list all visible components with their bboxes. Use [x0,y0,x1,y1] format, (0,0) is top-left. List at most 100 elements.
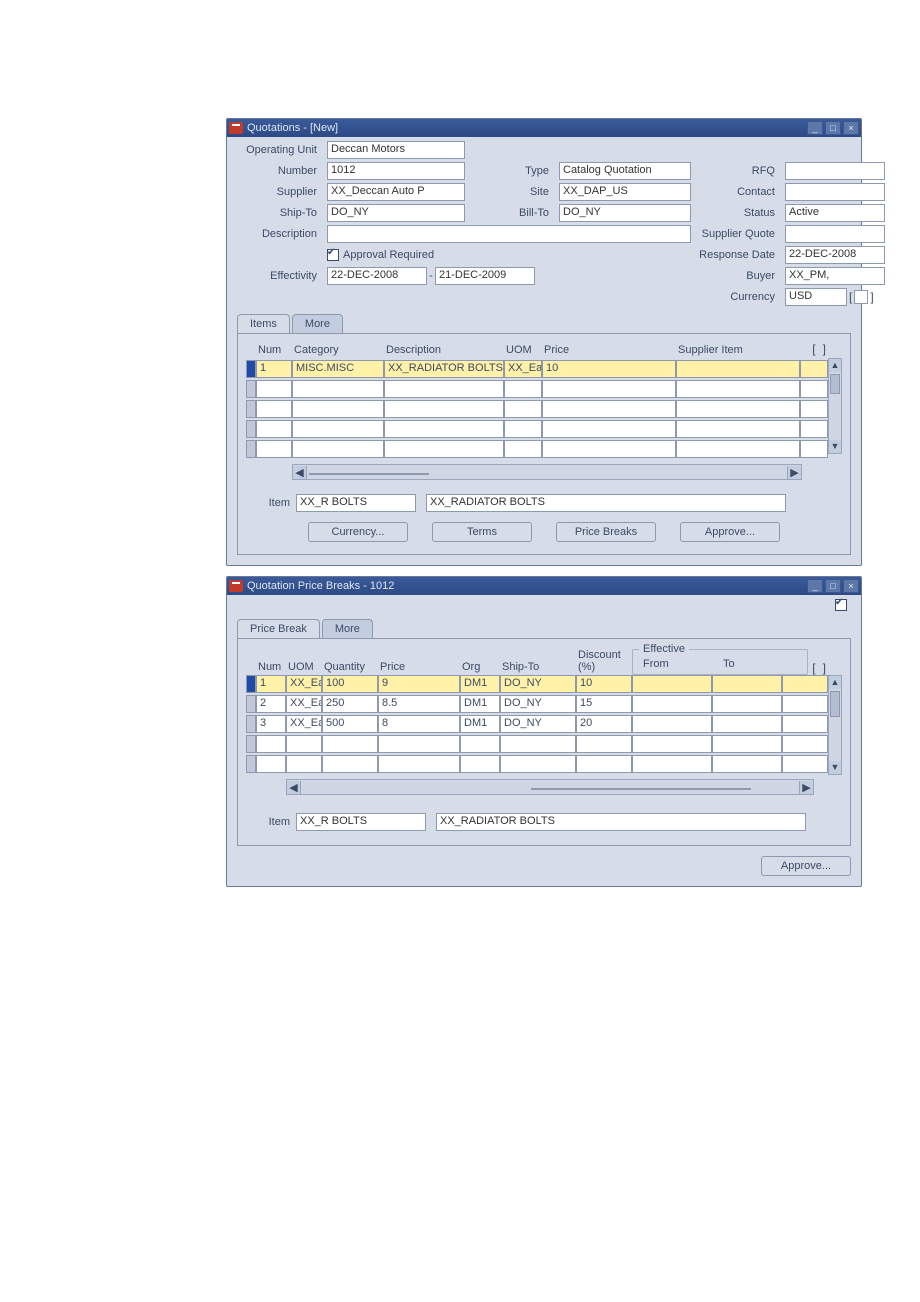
cell-price[interactable]: 9 [378,675,460,693]
cell-org[interactable]: DM1 [460,675,500,693]
cell-org[interactable]: DM1 [460,715,500,733]
table-row[interactable]: 2XX_Ea2508.5DM1DO_NY15 [246,695,828,713]
cell-ship_to[interactable]: DO_NY [500,675,576,693]
cell-to[interactable] [712,675,782,693]
scroll-down-icon[interactable]: ▼ [829,761,841,774]
scroll-right-icon[interactable]: ▶ [787,466,801,479]
cell-category[interactable]: MISC.MISC [292,360,384,378]
cell-uom[interactable]: XX_Ea [286,695,322,713]
cell-org[interactable]: DM1 [460,695,500,713]
cell-description[interactable] [384,400,504,418]
tab-price-break[interactable]: Price Break [237,619,320,638]
cell-discount[interactable] [576,735,632,753]
items-hscroll[interactable]: ◀ ▶ [292,464,802,480]
btn-price-breaks[interactable]: Price Breaks [556,522,656,542]
fld-type[interactable]: Catalog Quotation [559,162,691,180]
cell-ship_to[interactable] [500,755,576,773]
tab-more[interactable]: More [292,314,343,333]
cell-price[interactable]: 8 [378,715,460,733]
row-marker[interactable] [246,380,256,398]
table-row[interactable]: 1XX_Ea1009DM1DO_NY10 [246,675,828,693]
cell-from[interactable] [632,755,712,773]
cell-ship_to[interactable] [500,735,576,753]
cell-uom[interactable] [504,420,542,438]
fld-ship-to[interactable]: DO_NY [327,204,465,222]
cell-discount[interactable]: 15 [576,695,632,713]
fld-buyer[interactable]: XX_PM, [785,267,885,285]
close-button[interactable]: × [843,121,859,135]
row-marker[interactable] [246,440,256,458]
minimize-button[interactable]: _ [807,121,823,135]
cell-flex[interactable] [782,735,828,753]
scroll-down-icon[interactable]: ▼ [829,440,841,453]
fld-response-date[interactable]: 22-DEC-2008 [785,246,885,264]
price-breaks-titlebar[interactable]: Quotation Price Breaks - 1012 _ □ × [227,577,861,595]
fld-number[interactable]: 1012 [327,162,465,180]
close-button[interactable]: × [843,579,859,593]
table-row[interactable] [246,400,828,418]
fld-eff-from[interactable]: 22-DEC-2008 [327,267,427,285]
row-marker[interactable] [246,735,256,753]
pb-hscroll[interactable]: ◀ ▶ [286,779,814,795]
cell-from[interactable] [632,715,712,733]
cell-flex[interactable] [800,400,828,418]
maximize-button[interactable]: □ [825,121,841,135]
items-vscroll[interactable]: ▲ ▼ [828,358,842,454]
table-row[interactable] [246,755,828,773]
fld-pb-item-code[interactable]: XX_R BOLTS [296,813,426,831]
scroll-up-icon[interactable]: ▲ [829,359,841,372]
cell-category[interactable] [292,380,384,398]
cell-discount[interactable]: 20 [576,715,632,733]
fld-description[interactable] [327,225,691,243]
cell-to[interactable] [712,715,782,733]
table-row[interactable]: 3XX_Ea5008DM1DO_NY20 [246,715,828,733]
cell-num[interactable] [256,755,286,773]
tab-pb-more[interactable]: More [322,619,373,638]
fld-item-desc[interactable]: XX_RADIATOR BOLTS [426,494,786,512]
currency-flex-icon[interactable] [854,290,868,304]
cell-from[interactable] [632,735,712,753]
chk-show[interactable] [835,599,847,611]
cell-flex[interactable] [782,715,828,733]
fld-pb-item-desc[interactable]: XX_RADIATOR BOLTS [436,813,806,831]
table-row[interactable]: 1MISC.MISCXX_RADIATOR BOLTSXX_Ea10 [246,360,828,378]
fld-supplier[interactable]: XX_Deccan Auto P [327,183,465,201]
cell-description[interactable] [384,420,504,438]
row-marker[interactable] [246,420,256,438]
fld-site[interactable]: XX_DAP_US [559,183,691,201]
cell-discount[interactable] [576,755,632,773]
cell-quantity[interactable] [322,755,378,773]
cell-num[interactable]: 1 [256,675,286,693]
cell-quantity[interactable]: 100 [322,675,378,693]
cell-flex[interactable] [800,380,828,398]
fld-operating-unit[interactable]: Deccan Motors [327,141,465,159]
fld-bill-to[interactable]: DO_NY [559,204,691,222]
cell-price[interactable]: 10 [542,360,676,378]
cell-uom[interactable] [504,440,542,458]
cell-num[interactable] [256,420,292,438]
cell-quantity[interactable]: 500 [322,715,378,733]
cell-category[interactable] [292,440,384,458]
cell-flex[interactable] [782,755,828,773]
cell-num[interactable]: 2 [256,695,286,713]
table-row[interactable] [246,420,828,438]
cell-price[interactable] [378,735,460,753]
cell-from[interactable] [632,695,712,713]
row-marker[interactable] [246,715,256,733]
quotations-titlebar[interactable]: Quotations - [New] _ □ × [227,119,861,137]
cell-org[interactable] [460,735,500,753]
row-marker[interactable] [246,675,256,693]
cell-quantity[interactable] [322,735,378,753]
cell-uom[interactable] [504,400,542,418]
cell-from[interactable] [632,675,712,693]
cell-to[interactable] [712,735,782,753]
cell-uom[interactable] [504,380,542,398]
cell-flex[interactable] [782,695,828,713]
cell-quantity[interactable]: 250 [322,695,378,713]
cell-uom[interactable]: XX_Ea [286,675,322,693]
cell-price[interactable] [542,380,676,398]
row-marker[interactable] [246,360,256,378]
cell-uom[interactable]: XX_Ea [286,715,322,733]
table-row[interactable] [246,380,828,398]
cell-num[interactable] [256,400,292,418]
